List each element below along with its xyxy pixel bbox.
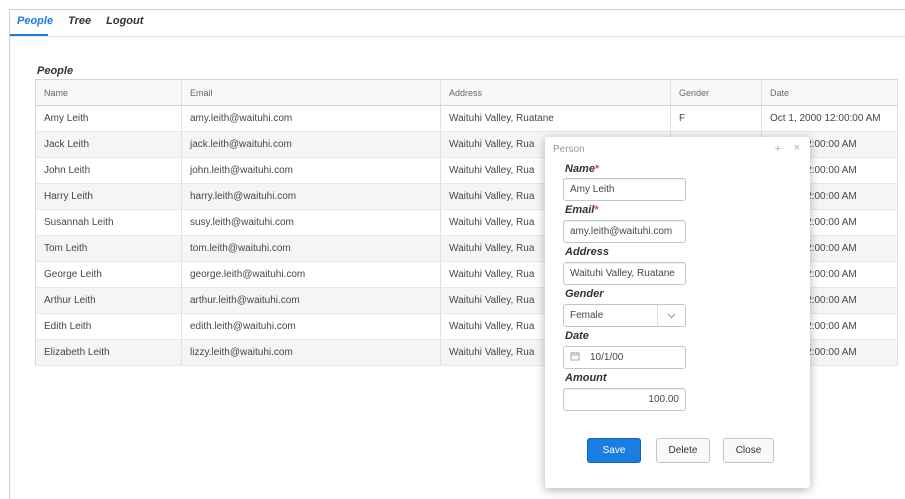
date-label: Date — [565, 330, 589, 342]
chevron-down-icon[interactable] — [657, 305, 685, 326]
cell-name: Jack Leith — [35, 131, 182, 158]
cell-email: arthur.leith@waituhi.com — [181, 287, 441, 314]
cell-email: harry.leith@waituhi.com — [181, 183, 441, 210]
cell-name: Amy Leith — [35, 105, 182, 132]
date-value: 10/1/00 — [590, 352, 624, 363]
name-input[interactable] — [563, 178, 686, 201]
tabs-divider — [10, 36, 905, 37]
calendar-icon[interactable] — [564, 351, 586, 364]
save-button[interactable]: Save — [587, 438, 641, 463]
amount-input[interactable] — [563, 388, 686, 411]
column-header-email[interactable]: Email — [181, 79, 441, 106]
cell-email: jack.leith@waituhi.com — [181, 131, 441, 158]
cell-email: amy.leith@waituhi.com — [181, 105, 441, 132]
cell-email: tom.leith@waituhi.com — [181, 235, 441, 262]
grid-header-row: Name Email Address Gender Date — [35, 79, 898, 106]
cell-name: Elizabeth Leith — [35, 339, 182, 366]
cell-name: Edith Leith — [35, 313, 182, 340]
cell-email: edith.leith@waituhi.com — [181, 313, 441, 340]
cell-gender: F — [670, 105, 762, 132]
required-indicator: * — [594, 163, 600, 175]
email-label: Email* — [565, 204, 599, 216]
close-icon[interactable]: × — [794, 142, 800, 154]
cell-name: Arthur Leith — [35, 287, 182, 314]
cell-email: george.leith@waituhi.com — [181, 261, 441, 288]
cell-name: Susannah Leith — [35, 209, 182, 236]
cell-address: Waituhi Valley, Ruatane — [440, 105, 671, 132]
column-header-date[interactable]: Date — [761, 79, 898, 106]
column-header-name[interactable]: Name — [35, 79, 182, 106]
cell-email: john.leith@waituhi.com — [181, 157, 441, 184]
column-header-address[interactable]: Address — [440, 79, 671, 106]
gender-select[interactable]: Female — [563, 304, 686, 327]
date-field[interactable]: 10/1/00 — [563, 346, 686, 369]
cell-name: Tom Leith — [35, 235, 182, 262]
cell-date: Oct 1, 2000 12:00:00 AM — [761, 105, 898, 132]
delete-button[interactable]: Delete — [656, 438, 710, 463]
address-input[interactable] — [563, 262, 686, 285]
column-header-gender[interactable]: Gender — [670, 79, 762, 106]
amount-label: Amount — [565, 372, 607, 384]
tab-logout[interactable]: Logout — [106, 15, 143, 37]
cell-email: lizzy.leith@waituhi.com — [181, 339, 441, 366]
name-label: Name* — [565, 163, 600, 175]
person-dialog: Person + × Name* Email* Address Gender F… — [545, 137, 810, 488]
maximize-icon[interactable]: + — [775, 143, 781, 155]
email-input[interactable] — [563, 220, 686, 243]
close-button[interactable]: Close — [723, 438, 774, 463]
cell-email: susy.leith@waituhi.com — [181, 209, 441, 236]
gender-value: Female — [570, 310, 604, 321]
address-label: Address — [565, 246, 610, 258]
section-title: People — [37, 65, 74, 77]
gender-label: Gender — [565, 288, 604, 300]
table-row[interactable]: Amy Leith amy.leith@waituhi.com Waituhi Va… — [35, 105, 898, 132]
cell-name: Harry Leith — [35, 183, 182, 210]
tab-tree[interactable]: Tree — [68, 15, 91, 37]
cell-name: George Leith — [35, 261, 182, 288]
dialog-title: Person — [553, 144, 585, 155]
required-indicator: * — [594, 204, 599, 216]
cell-name: John Leith — [35, 157, 182, 184]
